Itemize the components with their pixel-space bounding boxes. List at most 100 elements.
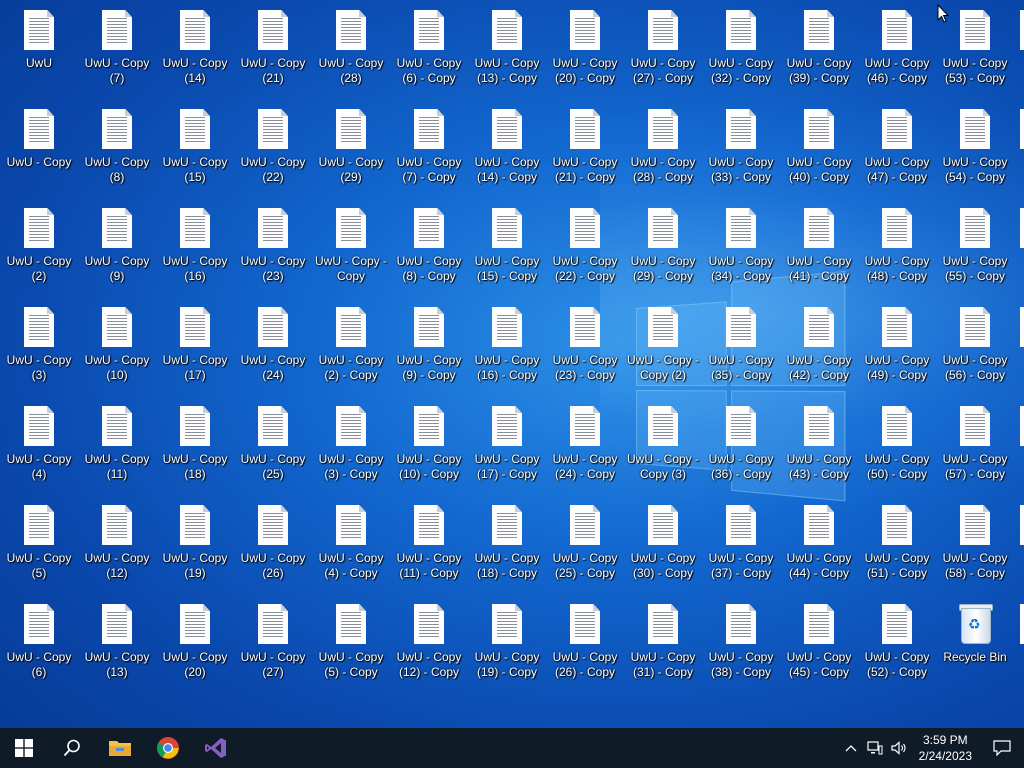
desktop-file-icon[interactable]: UwU - Copy (46) - Copy <box>859 0 935 96</box>
desktop-file-icon[interactable]: UwU - Copy (55) - Copy <box>937 198 1013 294</box>
desktop-file-icon[interactable]: UwU - Copy (17) - Copy <box>469 396 545 492</box>
network-icon[interactable] <box>863 728 887 768</box>
desktop-file-icon[interactable]: UwU - Copy (58) - Copy <box>937 495 1013 591</box>
desktop-file-icon[interactable]: UwU - Copy (22) - Copy <box>547 198 623 294</box>
desktop-file-icon[interactable]: UwU - Copy (40) - Copy <box>781 99 857 195</box>
file-explorer-icon[interactable] <box>96 728 144 768</box>
desktop-file-icon[interactable]: UwU - Copy (28) <box>313 0 389 96</box>
desktop-file-icon[interactable]: UwU - Copy (36) - Copy <box>703 396 779 492</box>
desktop-file-icon[interactable]: UwU - Copy (17) <box>157 297 233 393</box>
desktop[interactable]: UwU UwU - Copy (7) UwU - Copy (14) UwU - Co… <box>0 0 1024 728</box>
desktop-file-icon[interactable]: UwU - Copy (37) - Copy <box>703 495 779 591</box>
desktop-file-icon[interactable]: UwU - Copy (41) - Copy <box>781 198 857 294</box>
desktop-file-icon[interactable]: UwU - Copy (29) <box>313 99 389 195</box>
desktop-file-icon[interactable]: UwU - Copy (10) <box>79 297 155 393</box>
search-icon[interactable] <box>48 728 96 768</box>
desktop-file-icon[interactable]: UwU - Copy (50) - Copy <box>859 396 935 492</box>
desktop-file-icon[interactable]: UwU - Copy (13) - Copy <box>469 0 545 96</box>
chrome-icon[interactable] <box>144 728 192 768</box>
desktop-file-icon[interactable]: UwU - Copy (25) <box>235 396 311 492</box>
desktop-file-icon[interactable]: UwU - Copy (8) - Copy <box>391 198 467 294</box>
visual-studio-icon[interactable] <box>192 728 240 768</box>
desktop-file-icon[interactable]: UwU - Copy (9) <box>79 198 155 294</box>
desktop-file-icon[interactable]: UwU - Copy (11) - Copy <box>391 495 467 591</box>
desktop-file-icon[interactable]: UwU - Copy (45) - Copy <box>781 594 857 690</box>
desktop-file-icon[interactable]: UwU - Copy (34) - Copy <box>703 198 779 294</box>
windows-start-icon[interactable] <box>0 728 48 768</box>
desktop-file-icon[interactable]: UwU - Copy (14) - Copy <box>469 99 545 195</box>
desktop-file-icon[interactable]: UwU - Copy (25) - Copy <box>547 495 623 591</box>
desktop-file-icon[interactable]: UwU - Copy (56) - Copy <box>937 297 1013 393</box>
desktop-file-icon[interactable]: UwU - Copy (8) <box>79 99 155 195</box>
desktop-file-icon[interactable]: UwU - Copy (26) - Copy <box>547 594 623 690</box>
desktop-file-icon[interactable]: UwU - Copy (3) <box>1 297 77 393</box>
desktop-file-icon[interactable]: UwU - Copy (27) <box>235 594 311 690</box>
desktop-file-icon[interactable]: UwU - Copy (16) <box>157 198 233 294</box>
desktop-file-icon[interactable]: UwU - Copy - Copy (3) <box>625 396 701 492</box>
desktop-file-icon[interactable]: UwU - Copy (24) <box>235 297 311 393</box>
desktop-file-icon[interactable]: UwU - Copy (33) - Copy <box>703 99 779 195</box>
desktop-file-icon[interactable]: UwU - Copy (42) - Copy <box>781 297 857 393</box>
desktop-file-icon[interactable]: UwU - Copy (19) - Copy <box>469 594 545 690</box>
desktop-file-icon[interactable]: UwU - Copy (28) - Copy <box>625 99 701 195</box>
desktop-file-icon[interactable]: UwU - Copy (3) - Copy <box>313 396 389 492</box>
desktop-file-icon[interactable]: UwU <box>1 0 77 96</box>
desktop-file-icon[interactable]: UwU - Copy (2) - Copy <box>313 297 389 393</box>
desktop-file-icon[interactable]: UwU - Copy (7) <box>79 0 155 96</box>
desktop-file-icon[interactable]: UwU - Copy (12) - Copy <box>391 594 467 690</box>
desktop-file-icon[interactable]: UwU - Copy (43) - Copy <box>781 396 857 492</box>
desktop-file-icon[interactable]: UwU - Copy (21) - Copy <box>547 99 623 195</box>
desktop-file-icon[interactable]: UwU - Copy (7) - Copy <box>391 99 467 195</box>
chevron-up-icon[interactable] <box>839 728 863 768</box>
desktop-file-icon[interactable]: UwU - Copy (21) <box>235 0 311 96</box>
desktop-file-icon[interactable]: UwU - Copy (5) <box>1 495 77 591</box>
desktop-file-icon[interactable]: UwU - Copy (23) <box>235 198 311 294</box>
desktop-file-icon[interactable]: UwU - Copy (47) - Copy <box>859 99 935 195</box>
notification-icon[interactable] <box>980 728 1024 768</box>
taskbar-clock[interactable]: 3:59 PM 2/24/2023 <box>911 732 980 764</box>
desktop-file-icon[interactable]: UwU - Copy (24) - Copy <box>547 396 623 492</box>
desktop-file-icon[interactable]: UwU - Copy (22) <box>235 99 311 195</box>
desktop-file-icon[interactable]: UwU - Copy - Copy <box>313 198 389 294</box>
desktop-file-icon[interactable]: UwU - Copy (26) <box>235 495 311 591</box>
desktop-file-icon[interactable]: UwU - Copy (14) <box>157 0 233 96</box>
desktop-file-icon[interactable]: UwU - Copy (57) - Copy <box>937 396 1013 492</box>
desktop-file-icon[interactable]: UwU - Copy (19) <box>157 495 233 591</box>
desktop-file-icon[interactable]: UwU - Copy <box>1 99 77 195</box>
desktop-file-icon[interactable]: UwU - Copy (54) - Copy <box>937 99 1013 195</box>
desktop-file-icon[interactable]: UwU - Copy (15) <box>157 99 233 195</box>
desktop-file-icon[interactable]: UwU - Copy (6) - Copy <box>391 0 467 96</box>
desktop-file-icon[interactable]: UwU - Copy (2) <box>1 198 77 294</box>
recycle-bin-desktop-icon[interactable]: ♻ Recycle Bin <box>937 594 1013 690</box>
desktop-file-icon[interactable]: UwU - Copy (4) - Copy <box>313 495 389 591</box>
desktop-file-icon[interactable]: UwU - Copy (12) <box>79 495 155 591</box>
desktop-file-icon[interactable]: UwU - Copy (6) <box>1 594 77 690</box>
desktop-file-icon[interactable]: UwU - Copy (35) - Copy <box>703 297 779 393</box>
desktop-file-icon[interactable]: UwU - Copy (20) - Copy <box>547 0 623 96</box>
desktop-file-icon[interactable]: UwU - Copy (9) - Copy <box>391 297 467 393</box>
desktop-file-icon[interactable]: UwU - Copy (11) <box>79 396 155 492</box>
desktop-file-icon[interactable]: UwU - Copy (18) - Copy <box>469 495 545 591</box>
desktop-file-icon[interactable]: UwU - Copy - Copy (2) <box>625 297 701 393</box>
desktop-file-icon[interactable]: UwU - Copy (5) - Copy <box>313 594 389 690</box>
desktop-file-icon[interactable]: UwU - Copy (13) <box>79 594 155 690</box>
desktop-file-icon[interactable]: UwU - Copy (16) - Copy <box>469 297 545 393</box>
desktop-file-icon[interactable]: UwU - Copy (32) - Copy <box>703 0 779 96</box>
desktop-file-icon[interactable]: UwU - Copy (51) - Copy <box>859 495 935 591</box>
desktop-file-icon[interactable]: UwU - Copy (10) - Copy <box>391 396 467 492</box>
desktop-file-icon[interactable]: UwU - Copy (15) - Copy <box>469 198 545 294</box>
desktop-file-icon[interactable]: UwU - Copy (31) - Copy <box>625 594 701 690</box>
desktop-file-icon[interactable]: UwU - Copy (49) - Copy <box>859 297 935 393</box>
desktop-file-icon[interactable]: UwU - Copy (38) - Copy <box>703 594 779 690</box>
desktop-file-icon[interactable]: UwU - Copy (4) <box>1 396 77 492</box>
desktop-file-icon[interactable]: UwU - Copy (48) - Copy <box>859 198 935 294</box>
volume-icon[interactable] <box>887 728 911 768</box>
desktop-file-icon[interactable]: UwU - Copy (29) - Copy <box>625 198 701 294</box>
desktop-file-icon[interactable]: UwU - Copy (18) <box>157 396 233 492</box>
desktop-file-icon[interactable]: UwU - Copy (30) - Copy <box>625 495 701 591</box>
desktop-file-icon[interactable]: UwU - Copy (23) - Copy <box>547 297 623 393</box>
desktop-file-icon[interactable]: UwU - Copy (52) - Copy <box>859 594 935 690</box>
desktop-file-icon[interactable]: UwU - Copy (27) - Copy <box>625 0 701 96</box>
desktop-file-icon[interactable]: UwU - Copy (39) - Copy <box>781 0 857 96</box>
desktop-file-icon[interactable]: UwU - Copy (20) <box>157 594 233 690</box>
